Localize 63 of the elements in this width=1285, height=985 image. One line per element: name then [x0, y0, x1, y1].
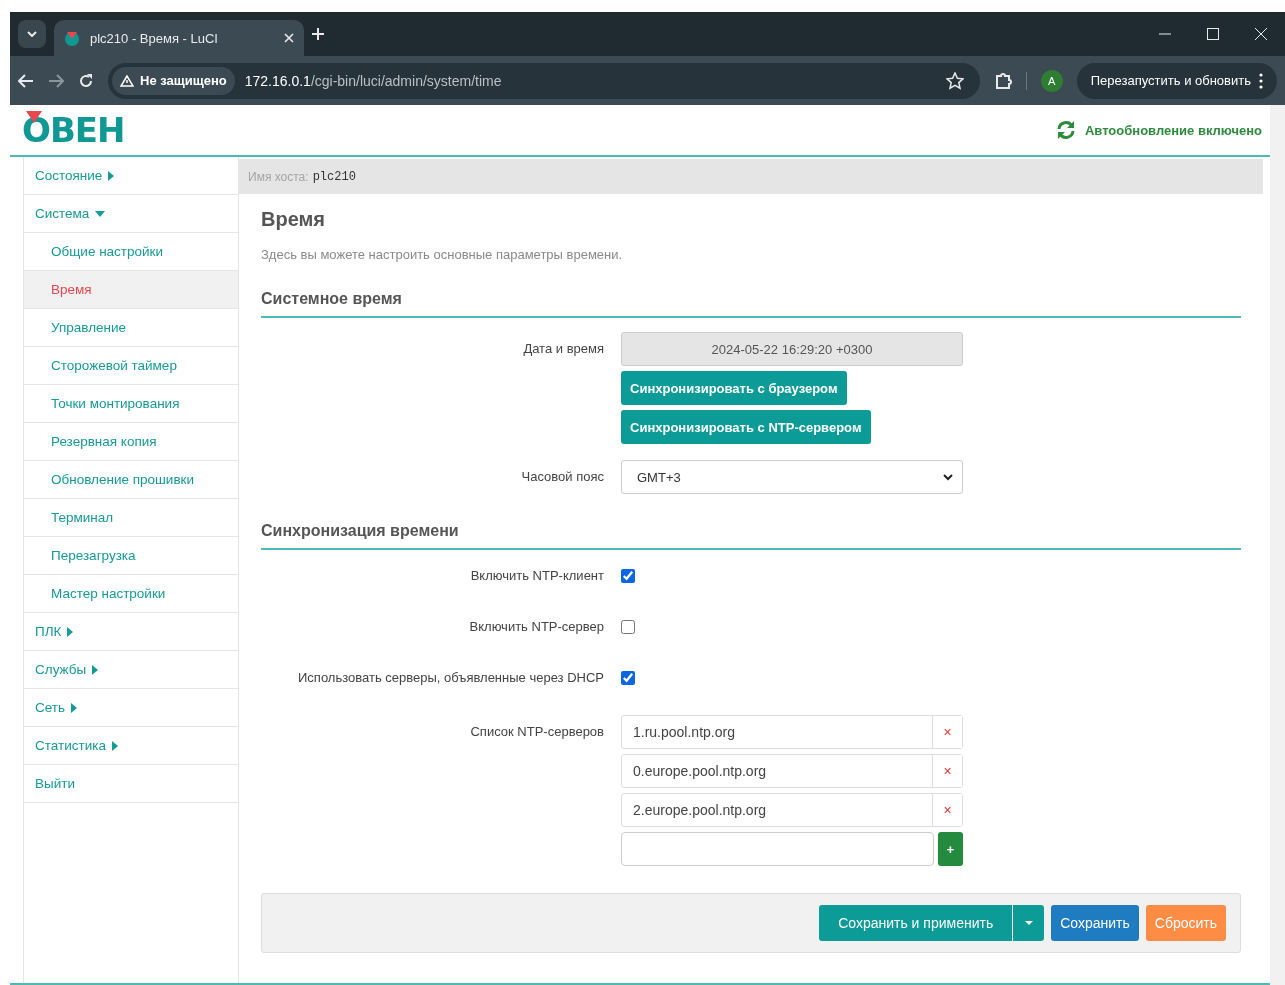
more-icon: [1259, 72, 1263, 89]
back-icon[interactable]: [18, 73, 34, 88]
sidebar-item[interactable]: Состояние: [24, 157, 238, 195]
security-chip[interactable]: Не защищено: [112, 66, 235, 95]
sidebar-item[interactable]: Обновление прошивки: [24, 461, 238, 499]
forward-icon[interactable]: [48, 73, 64, 88]
page-description: Здесь вы можете настроить основные параметры времени.: [261, 247, 624, 262]
maximize-icon[interactable]: [1207, 28, 1219, 40]
autorefresh-status[interactable]: Автообновление включено: [1084, 122, 1262, 138]
tab-title: plc210 - Время - LuCI: [90, 30, 219, 46]
section-title: Системное время: [261, 290, 1241, 318]
sidebar-item[interactable]: Управление: [24, 309, 238, 347]
star-icon[interactable]: [945, 71, 964, 90]
sidebar-item[interactable]: Мастер настройки: [24, 575, 238, 613]
field-label: Включить NTP-сервер: [468, 619, 604, 634]
sidebar-item[interactable]: Выйти: [24, 765, 238, 803]
caret-down-icon: [1024, 921, 1033, 925]
chevron-down-icon: [27, 31, 37, 37]
sidebar-item[interactable]: Сторожевой таймер: [24, 347, 238, 385]
sidebar-item[interactable]: Перезагрузка: [24, 537, 238, 575]
new-server-field[interactable]: [621, 832, 934, 866]
new-tab-icon[interactable]: [312, 28, 324, 40]
warning-icon: [120, 74, 134, 87]
field-label: Дата и время: [522, 340, 604, 356]
logo: ОВЕН: [22, 113, 125, 147]
checkbox[interactable]: [621, 568, 635, 583]
sidebar-item[interactable]: Службы: [24, 651, 238, 689]
sync-button[interactable]: Синхронизировать с NTP-сервером: [621, 410, 871, 444]
field-label: Список NTP-серверов: [469, 723, 604, 739]
checkbox[interactable]: [621, 670, 635, 685]
browser-tab[interactable]: plc210 - Время - LuCI: [54, 20, 304, 56]
update-button[interactable]: Перезапустить и обновить: [1076, 62, 1277, 99]
tab-list-button[interactable]: [18, 20, 46, 48]
sidebar-item[interactable]: Система: [24, 195, 238, 233]
sidebar-item[interactable]: Резервная копия: [24, 423, 238, 461]
sync-button[interactable]: Синхронизировать с браузером: [621, 371, 847, 405]
field-label: Часовой пояс: [520, 468, 604, 484]
puzzle-icon[interactable]: [993, 71, 1012, 90]
sidebar-item[interactable]: Точки монтирования: [24, 385, 238, 423]
datetime-field: 2024-05-22 16:29:20 +0300: [621, 332, 963, 366]
sidebar-item[interactable]: Терминал: [24, 499, 238, 537]
reset-button[interactable]: Сбросить: [1145, 905, 1226, 941]
hostname-label: Имя хоста:: [248, 169, 309, 184]
reload-icon[interactable]: [78, 72, 94, 89]
chevron-down-icon: [943, 473, 953, 481]
close-icon[interactable]: [1255, 28, 1267, 40]
page-title: Время: [261, 208, 326, 231]
timezone-select[interactable]: GMT+3: [621, 460, 963, 494]
favicon-icon: [64, 30, 80, 46]
sidebar-item[interactable]: ПЛК: [24, 613, 238, 651]
close-icon[interactable]: [284, 33, 294, 43]
profile-avatar[interactable]: A: [1040, 69, 1063, 92]
save-button[interactable]: Сохранить: [1051, 905, 1139, 941]
sidebar-item[interactable]: Время: [24, 271, 238, 309]
sidebar-item[interactable]: Статистика: [24, 727, 238, 765]
sidebar-item[interactable]: Сеть: [24, 689, 238, 727]
add-button[interactable]: +: [938, 832, 963, 866]
checkbox[interactable]: [621, 619, 635, 634]
field-label: Использовать серверы, объявленные через DHCP: [297, 670, 604, 685]
section-title: Синхронизация времени: [261, 522, 1241, 550]
field-label: Включить NTP-клиент: [469, 568, 604, 583]
url-text[interactable]: 172.16.0.1/cgi-bin/luci/admin/system/time: [244, 72, 502, 89]
hostname-value: plc210: [312, 169, 356, 184]
